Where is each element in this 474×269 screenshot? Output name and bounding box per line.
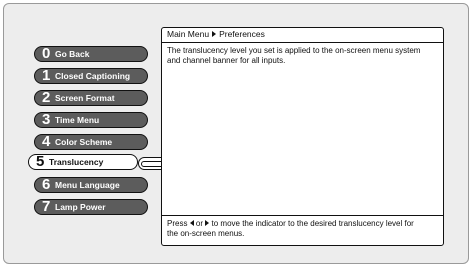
panel-footer: Press or to move the indicator to the de… bbox=[162, 215, 443, 245]
info-panel: Main Menu Preferences The translucency le… bbox=[161, 27, 444, 246]
menu-item-screen-format[interactable]: 2 Screen Format bbox=[34, 90, 148, 106]
menu-item-color-scheme[interactable]: 4 Color Scheme bbox=[34, 134, 148, 150]
menu-item-number: 7 bbox=[42, 198, 51, 215]
menu-item-label: Lamp Power bbox=[55, 202, 106, 212]
menu-item-number: 6 bbox=[42, 176, 51, 193]
menu-item-time-menu[interactable]: 3 Time Menu bbox=[34, 112, 148, 128]
breadcrumb-root: Main Menu bbox=[167, 29, 210, 39]
triangle-right-icon bbox=[212, 31, 217, 37]
menu-item-number: 3 bbox=[42, 111, 51, 128]
menu-item-lamp-power[interactable]: 7 Lamp Power bbox=[34, 199, 148, 215]
menu-item-number: 1 bbox=[42, 67, 51, 84]
menu-item-go-back[interactable]: 0 Go Back bbox=[34, 46, 148, 62]
hint-or: or bbox=[195, 219, 204, 228]
triangle-left-icon bbox=[189, 220, 194, 226]
panel-description: The translucency level you set is applie… bbox=[167, 46, 421, 65]
menu-item-label: Screen Format bbox=[55, 93, 115, 103]
menu-item-label: Time Menu bbox=[55, 115, 100, 125]
menu-item-number: 5 bbox=[36, 153, 45, 170]
menu-item-number: 0 bbox=[42, 45, 51, 62]
menu-item-menu-language[interactable]: 6 Menu Language bbox=[34, 177, 148, 193]
menu-item-number: 2 bbox=[42, 89, 51, 106]
breadcrumb-current: Preferences bbox=[219, 29, 265, 39]
menu-item-closed-captioning[interactable]: 1 Closed Captioning bbox=[34, 68, 148, 84]
menu-item-label: Go Back bbox=[55, 49, 90, 59]
navigation-hint: Press or to move the indicator to the de… bbox=[167, 219, 427, 239]
menu-item-label: Closed Captioning bbox=[55, 71, 131, 81]
menu-item-translucency[interactable]: 5 Translucency bbox=[28, 154, 138, 170]
menu-item-label: Menu Language bbox=[55, 180, 120, 190]
menu-item-label: Translucency bbox=[49, 157, 104, 167]
hint-press: Press bbox=[167, 219, 188, 228]
menu-item-number: 4 bbox=[42, 133, 51, 150]
hint-rest: to move the indicator to the desired tra… bbox=[167, 219, 414, 238]
triangle-right-icon bbox=[205, 220, 210, 226]
menu-item-label: Color Scheme bbox=[55, 137, 113, 147]
breadcrumb: Main Menu Preferences bbox=[162, 28, 443, 43]
